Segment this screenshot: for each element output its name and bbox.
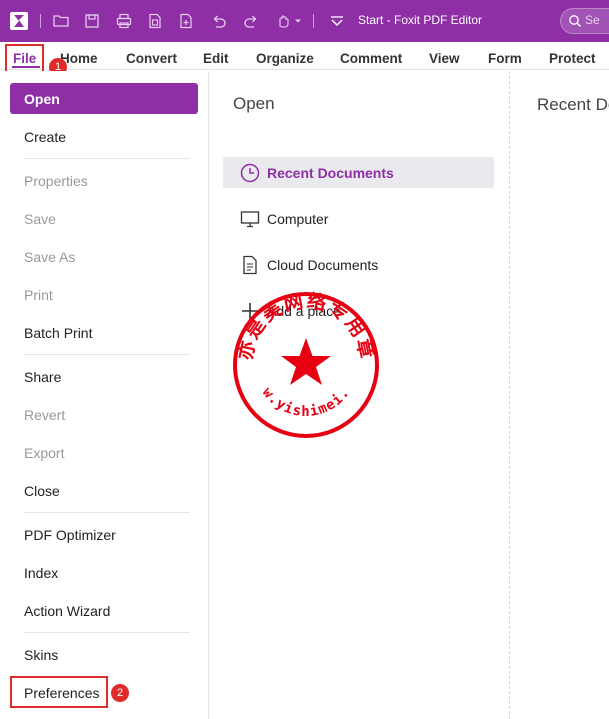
panel-divider <box>509 71 510 719</box>
menu-item-action-wizard[interactable]: Action Wizard <box>10 595 198 626</box>
annotation-highlight-preferences <box>10 676 108 708</box>
menu-separator <box>24 632 190 633</box>
ribbon-tabs: File Home Convert Edit Organize Comment … <box>0 42 609 70</box>
place-add-a-place[interactable]: Add a place <box>223 295 494 326</box>
menu-item-save-as: Save As <box>24 248 76 265</box>
annotation-highlight-file <box>5 44 44 74</box>
window-title: Start - Foxit PDF Editor <box>358 13 483 27</box>
menu-item-pdf-optimizer[interactable]: PDF Optimizer <box>10 519 198 550</box>
place-computer[interactable]: Computer <box>223 203 494 234</box>
menu-item-skins[interactable]: Skins <box>10 639 198 670</box>
panel-title: Open <box>233 94 275 113</box>
menu-item-share[interactable]: Share <box>10 361 198 392</box>
document-icon <box>243 255 257 274</box>
menu-item-save: Save <box>24 210 56 227</box>
tab-protect[interactable]: Protect <box>549 51 596 66</box>
place-label: Add a place <box>267 302 341 319</box>
place-label: Cloud Documents <box>267 256 379 273</box>
print-icon[interactable] <box>113 10 135 32</box>
open-places-panel: Open Recent Documents Computer Cloud Doc… <box>209 71 509 719</box>
save-icon[interactable] <box>81 10 103 32</box>
hand-tool-dropdown-icon[interactable] <box>291 10 305 32</box>
redo-icon[interactable] <box>240 10 262 32</box>
undo-icon[interactable] <box>208 10 230 32</box>
title-bar: Start - Foxit PDF Editor <box>0 0 609 42</box>
foxit-logo-icon <box>10 12 28 30</box>
tab-convert[interactable]: Convert <box>126 51 177 66</box>
menu-item-open[interactable]: Open <box>10 83 198 114</box>
tab-edit[interactable]: Edit <box>203 51 229 66</box>
menu-separator <box>24 354 190 355</box>
search-box[interactable] <box>560 8 609 34</box>
clock-icon <box>240 163 260 182</box>
tab-form[interactable]: Form <box>488 51 522 66</box>
search-input[interactable] <box>585 13 609 27</box>
separator <box>313 14 314 28</box>
search-icon <box>569 15 581 27</box>
new-file-icon[interactable] <box>175 10 197 32</box>
plus-icon <box>242 302 258 319</box>
tab-organize[interactable]: Organize <box>256 51 314 66</box>
file-copy-icon[interactable] <box>144 10 166 32</box>
menu-item-batch-print[interactable]: Batch Print <box>10 317 198 348</box>
recent-documents-title: Recent Do <box>537 95 609 114</box>
place-recent-documents[interactable]: Recent Documents <box>223 157 494 188</box>
place-cloud-documents[interactable]: Cloud Documents <box>223 249 494 280</box>
tab-comment[interactable]: Comment <box>340 51 402 66</box>
place-label: Recent Documents <box>267 164 394 181</box>
menu-item-index[interactable]: Index <box>10 557 198 588</box>
menu-item-revert: Revert <box>24 406 66 423</box>
menu-separator <box>24 158 190 159</box>
annotation-badge-2: 2 <box>111 684 129 702</box>
place-label: Computer <box>267 210 329 227</box>
menu-item-print: Print <box>24 286 53 303</box>
monitor-icon <box>240 210 260 227</box>
separator <box>40 14 41 28</box>
open-folder-icon[interactable] <box>50 10 72 32</box>
menu-separator <box>24 512 190 513</box>
menu-item-export: Export <box>24 444 65 461</box>
tab-view[interactable]: View <box>429 51 460 66</box>
customize-dropdown-icon[interactable] <box>326 10 348 32</box>
menu-item-create[interactable]: Create <box>10 121 198 152</box>
menu-item-close[interactable]: Close <box>10 475 198 506</box>
menu-item-properties: Properties <box>24 172 88 189</box>
file-backstage-menu: Open Create Properties Save Save As Prin… <box>0 71 209 719</box>
